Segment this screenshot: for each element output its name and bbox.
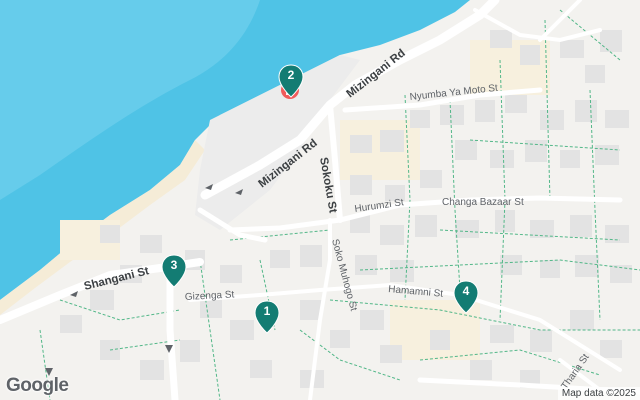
map-attribution[interactable]: Map data ©2025 (557, 387, 640, 400)
map-marker-4[interactable]: 4 (453, 280, 479, 314)
map-marker-2[interactable]: 2 (278, 64, 304, 98)
map-marker-1[interactable]: 1 (254, 300, 280, 334)
map-canvas[interactable]: Mizingani Rd Mizingani Rd Sokoku St Shan… (0, 0, 640, 400)
google-logo[interactable]: Google (6, 375, 69, 397)
marker-label: 4 (462, 284, 470, 298)
street-label-changa: Changa Bazaar St (442, 197, 524, 208)
map-base-layer: Mizingani Rd Mizingani Rd Sokoku St Shan… (0, 0, 640, 400)
marker-label: 3 (170, 258, 178, 272)
map-marker-3[interactable]: 3 (161, 254, 187, 288)
marker-label: 2 (287, 68, 295, 82)
marker-label: 1 (263, 304, 271, 318)
